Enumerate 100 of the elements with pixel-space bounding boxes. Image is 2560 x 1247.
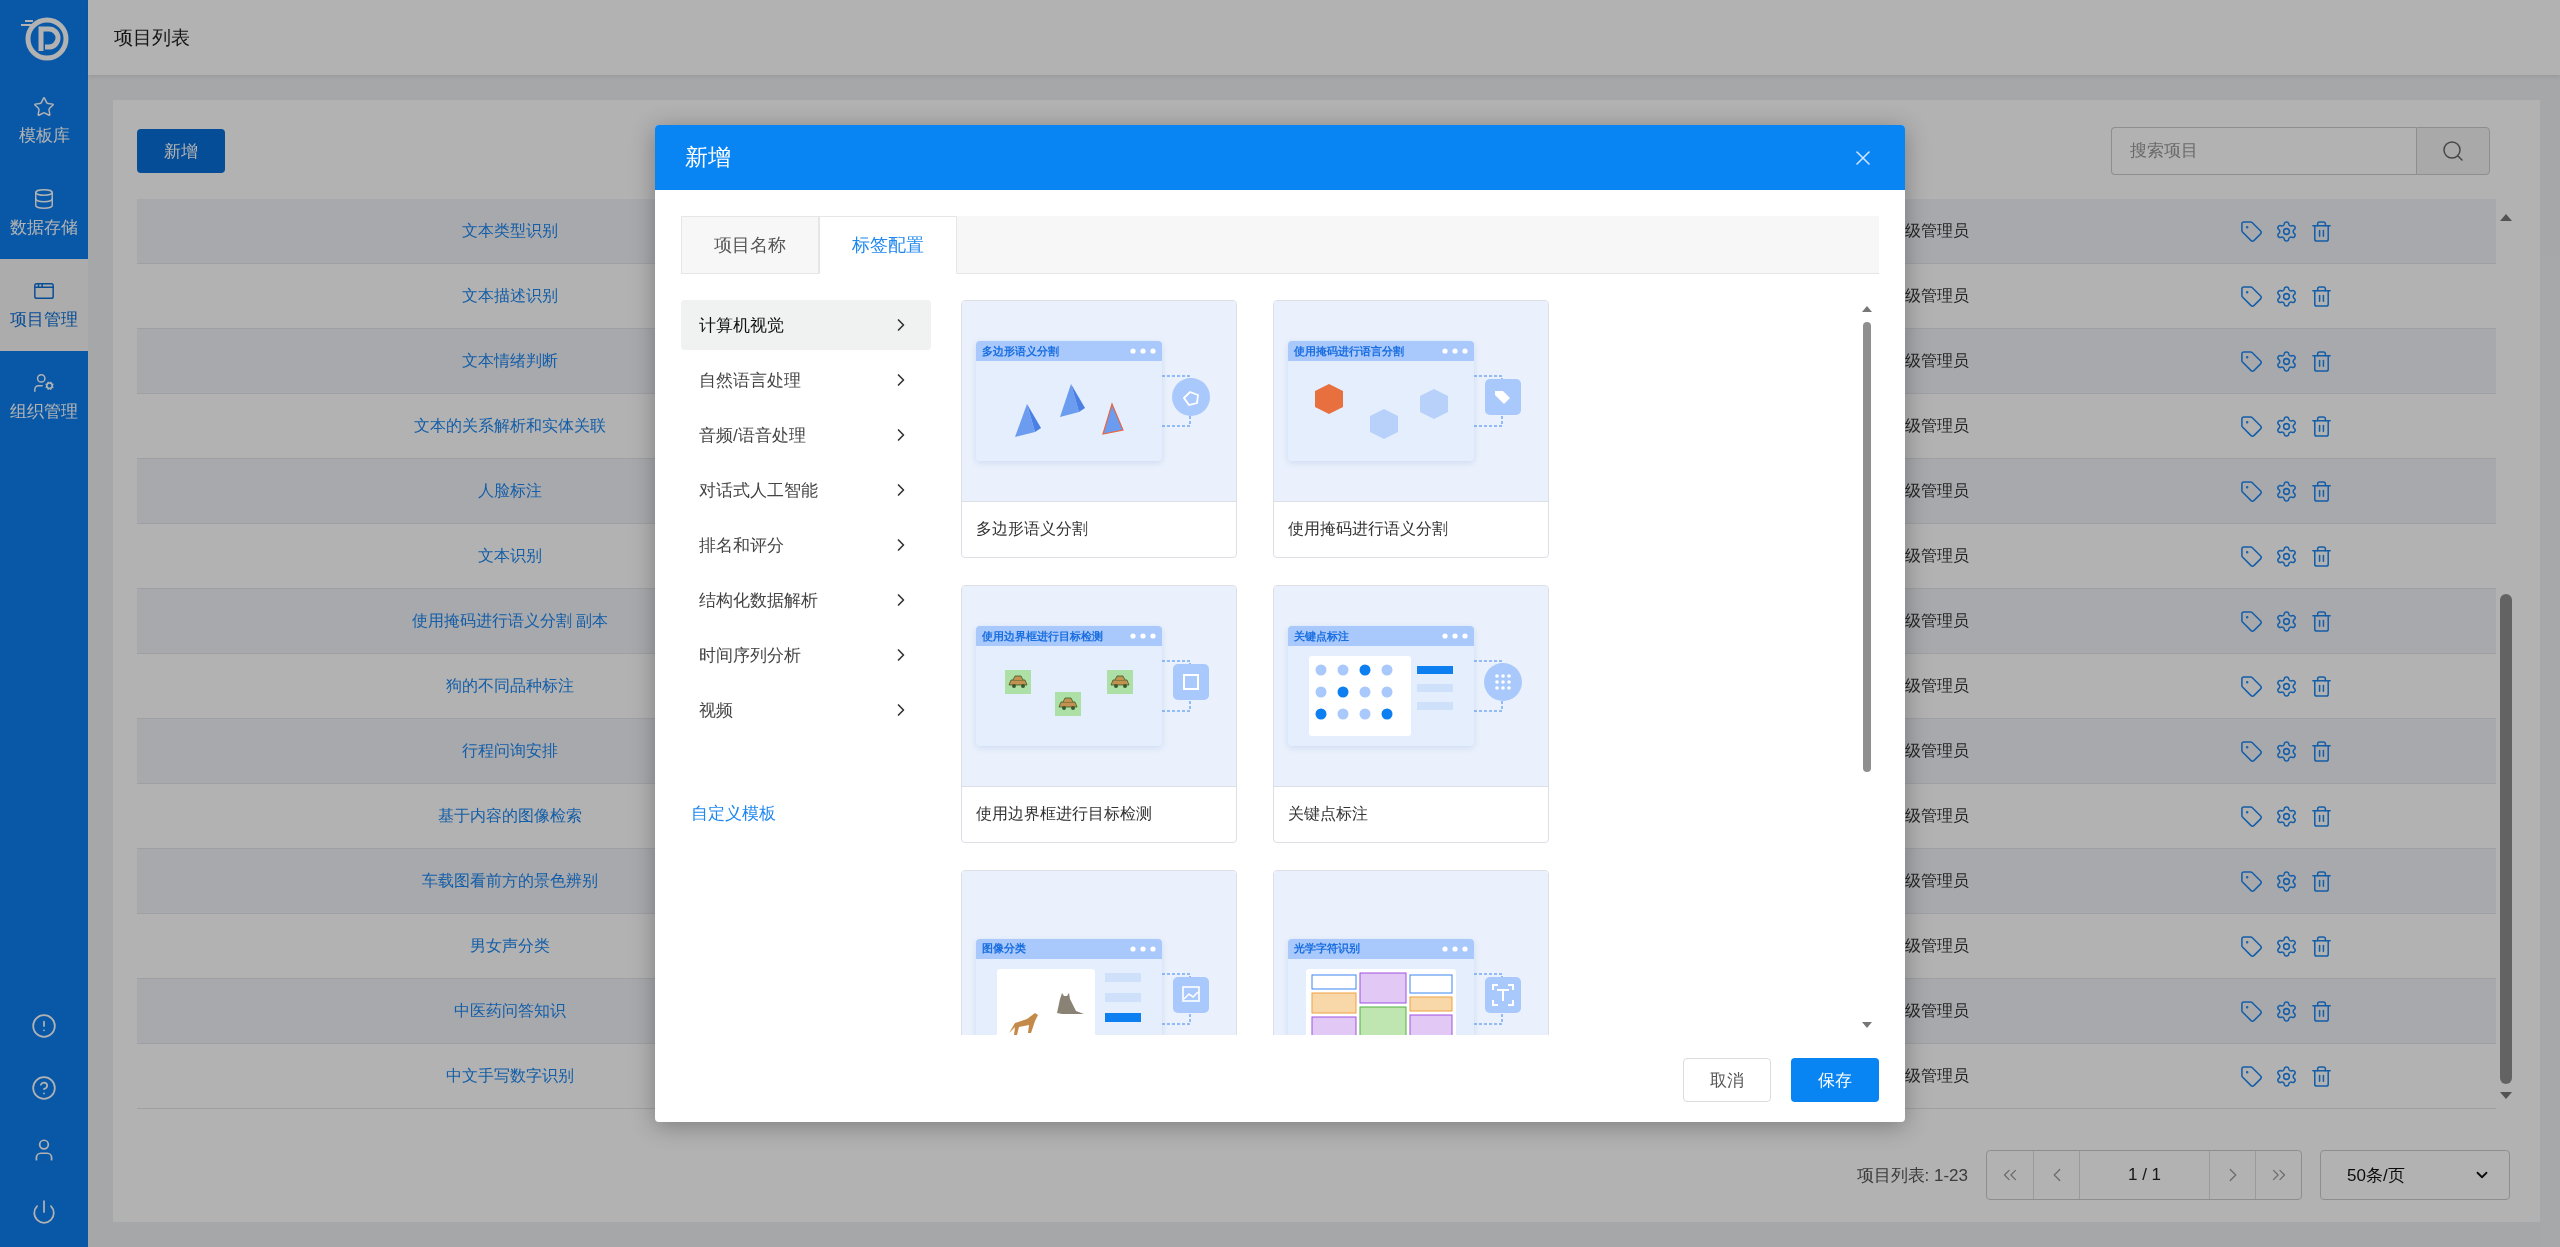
help-icon[interactable] [31, 1075, 57, 1101]
delete-icon[interactable] [2310, 739, 2333, 763]
dialog-title: 新增 [685, 143, 731, 172]
search-button[interactable] [2416, 127, 2490, 175]
project-name-link[interactable]: 文本描述识别 [462, 285, 558, 307]
page-size-select[interactable]: 50条/页 [2320, 1150, 2510, 1200]
category-item[interactable]: 自然语言处理 [681, 355, 931, 405]
tag-icon[interactable] [2240, 674, 2263, 698]
tag-icon[interactable] [2240, 219, 2263, 243]
tab[interactable]: 项目名称 [681, 216, 819, 273]
tag-icon[interactable] [2240, 999, 2263, 1023]
category-item[interactable]: 排名和评分 [681, 520, 931, 570]
category-item[interactable]: 结构化数据解析 [681, 575, 931, 625]
project-name-link[interactable]: 男女声分类 [470, 935, 550, 957]
settings-icon[interactable] [2275, 544, 2298, 568]
role-cell-text: 级管理员 [1905, 870, 1970, 891]
settings-icon[interactable] [2275, 804, 2298, 828]
project-name-link[interactable]: 人脸标注 [478, 480, 542, 502]
delete-icon[interactable] [2310, 869, 2333, 893]
window-dots-icon [1442, 633, 1468, 639]
pagination-summary: 项目列表: 1-23 [1856, 1164, 1968, 1187]
role-cell-text: 级管理员 [1905, 415, 1970, 436]
project-name-link[interactable]: 文本识别 [478, 545, 542, 567]
delete-icon[interactable] [2310, 609, 2333, 633]
custom-template-link[interactable]: 自定义模板 [691, 802, 961, 825]
settings-icon[interactable] [2275, 284, 2298, 308]
window-dots-icon [1130, 348, 1156, 354]
delete-icon[interactable] [2310, 544, 2333, 568]
sidebar-item[interactable]: 模板库 [0, 75, 88, 167]
settings-icon[interactable] [2275, 479, 2298, 503]
settings-icon[interactable] [2275, 934, 2298, 958]
delete-icon[interactable] [2310, 934, 2333, 958]
tab[interactable]: 标签配置 [819, 216, 957, 274]
tag-icon[interactable] [2240, 1064, 2263, 1088]
delete-icon[interactable] [2310, 804, 2333, 828]
page-title: 项目列表 [114, 25, 190, 50]
delete-icon[interactable] [2310, 349, 2333, 373]
project-name-link[interactable]: 文本的关系解析和实体关联 [414, 415, 606, 437]
settings-icon[interactable] [2275, 1064, 2298, 1088]
delete-icon[interactable] [2310, 999, 2333, 1023]
delete-icon[interactable] [2310, 674, 2333, 698]
save-button[interactable]: 保存 [1791, 1058, 1879, 1102]
tag-icon[interactable] [2240, 544, 2263, 568]
tag-icon[interactable] [2240, 349, 2263, 373]
search-field[interactable]: 搜索项目 [2111, 127, 2416, 175]
sidebar-item[interactable]: 项目管理 [0, 259, 88, 351]
info-icon[interactable] [31, 1013, 57, 1039]
settings-icon[interactable] [2275, 674, 2298, 698]
tag-icon[interactable] [2240, 284, 2263, 308]
project-name-link[interactable]: 文本类型识别 [462, 220, 558, 242]
project-name-link[interactable]: 行程问询安排 [462, 740, 558, 762]
category-item[interactable]: 音频/语音处理 [681, 410, 931, 460]
template-card[interactable]: 关键点标注 关键点标注 [1273, 585, 1549, 843]
tag-icon[interactable] [2240, 869, 2263, 893]
project-name-link[interactable]: 文本情绪判断 [462, 350, 558, 372]
role-cell-text: 级管理员 [1905, 1000, 1970, 1021]
window-dots-icon [1130, 945, 1156, 952]
template-card[interactable]: 使用边界框进行目标检测 使用边界框进行目标检测 [961, 585, 1237, 843]
category-item[interactable]: 计算机视觉 [681, 300, 931, 350]
settings-icon[interactable] [2275, 739, 2298, 763]
delete-icon[interactable] [2310, 414, 2333, 438]
mini-window-title: 关键点标注 [1294, 628, 1349, 644]
project-name-link[interactable]: 中医药问答知识 [454, 1000, 566, 1022]
power-icon[interactable] [31, 1199, 57, 1225]
settings-icon[interactable] [2275, 609, 2298, 633]
settings-icon[interactable] [2275, 869, 2298, 893]
mini-window-title: 光学字符识别 [1294, 941, 1360, 956]
add-button[interactable]: 新增 [137, 129, 225, 173]
project-name-link[interactable]: 中文手写数字识别 [446, 1065, 574, 1087]
category-item[interactable]: 时间序列分析 [681, 630, 931, 680]
settings-icon[interactable] [2275, 219, 2298, 243]
tag-icon[interactable] [2240, 414, 2263, 438]
delete-icon[interactable] [2310, 479, 2333, 503]
window-dots-icon [1130, 633, 1156, 639]
sidebar-item[interactable]: 数据存储 [0, 167, 88, 259]
project-name-link[interactable]: 使用掩码进行语义分割 副本 [411, 610, 609, 632]
cancel-button[interactable]: 取消 [1683, 1058, 1771, 1102]
delete-icon[interactable] [2310, 284, 2333, 308]
template-card[interactable]: 图像分类 [961, 870, 1237, 1035]
template-card[interactable]: 光学字符识别 [1273, 870, 1549, 1035]
delete-icon[interactable] [2310, 219, 2333, 243]
tag-icon[interactable] [2240, 479, 2263, 503]
category-item[interactable]: 视频 [681, 685, 931, 735]
tag-icon[interactable] [2240, 804, 2263, 828]
project-name-link[interactable]: 基于内容的图像检索 [438, 805, 582, 827]
project-name-link[interactable]: 狗的不同品种标注 [446, 675, 574, 697]
tag-icon[interactable] [2240, 739, 2263, 763]
category-item[interactable]: 对话式人工智能 [681, 465, 931, 515]
settings-icon[interactable] [2275, 414, 2298, 438]
project-name-link[interactable]: 车载图看前方的景色辨别 [422, 870, 598, 892]
template-card[interactable]: 多边形语义分割 多边形语义分割 [961, 300, 1237, 558]
window-dots-icon [1442, 945, 1468, 952]
sidebar-item-icon [33, 187, 55, 210]
tag-icon[interactable] [2240, 609, 2263, 633]
settings-icon[interactable] [2275, 999, 2298, 1023]
tag-icon[interactable] [2240, 934, 2263, 958]
sidebar-item[interactable]: 组织管理 [0, 351, 88, 443]
settings-icon[interactable] [2275, 349, 2298, 373]
delete-icon[interactable] [2310, 1064, 2333, 1088]
template-card[interactable]: 使用掩码进行语言分割 使用掩码进行语义分割 [1273, 300, 1549, 558]
